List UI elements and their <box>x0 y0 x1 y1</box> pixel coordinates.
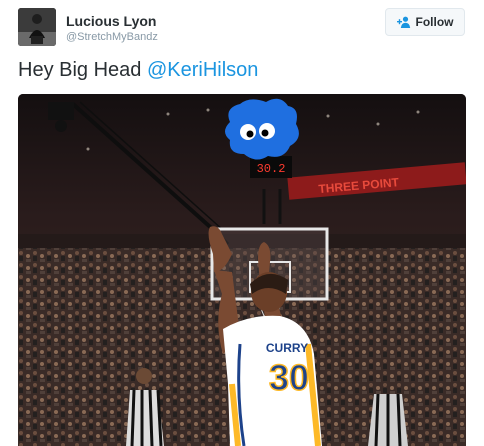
user-display-name[interactable]: Lucious Lyon <box>66 13 156 29</box>
follow-person-icon <box>396 16 410 28</box>
referee-right <box>368 393 408 446</box>
user-avatar[interactable] <box>18 8 56 46</box>
follow-button[interactable]: Follow <box>385 8 465 36</box>
user-handle[interactable]: @StretchMyBandz <box>66 31 158 43</box>
tweet-text-body: Hey Big Head <box>18 59 147 81</box>
avatar-image <box>18 8 56 46</box>
follow-button-label: Follow <box>415 15 454 29</box>
jersey-number: 30 <box>269 357 309 398</box>
mention-link[interactable]: @KeriHilson <box>147 59 258 81</box>
jersey-name: CURRY <box>266 341 308 355</box>
basketball-photo: THREE POINT 30.2 CURRY 30 <box>18 94 466 446</box>
tweet-photo[interactable]: THREE POINT 30.2 CURRY 30 <box>18 94 466 446</box>
tweet-text: Hey Big Head @KeriHilson <box>18 59 258 82</box>
shot-clock-value: 30.2 <box>257 162 286 176</box>
